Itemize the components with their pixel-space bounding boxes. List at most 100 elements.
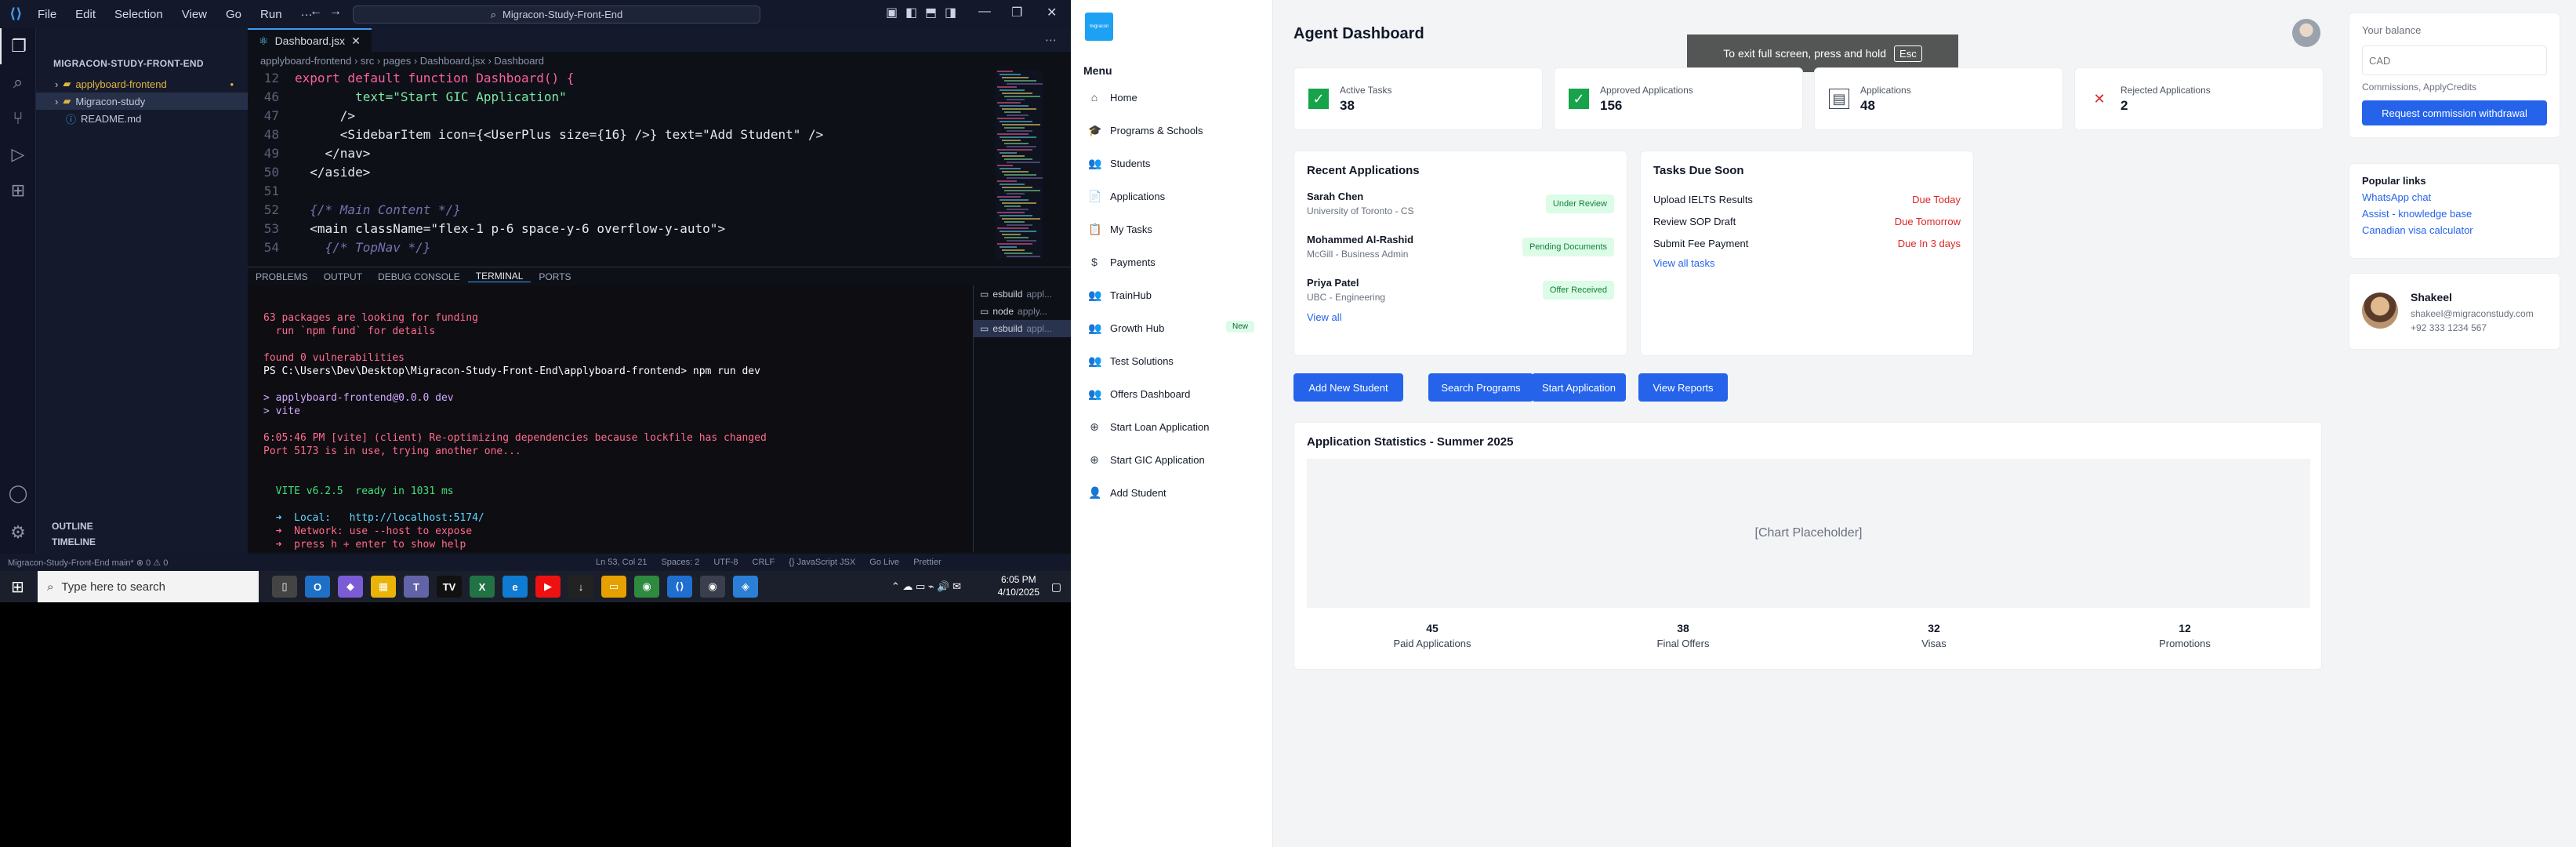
store-icon[interactable]: ▦ [371,576,396,598]
close-icon[interactable]: ✕ [1047,5,1057,20]
status-item[interactable]: UTF-8 [713,558,738,567]
menu-item[interactable]: File [38,8,56,21]
avatar[interactable] [2292,19,2320,47]
brand-logo[interactable]: migracon [1085,13,1113,41]
application-row[interactable]: Mohammed Al-Rashid McGill - Business Admi… [1307,225,1614,268]
task-row[interactable]: Submit Fee Payment Due In 3 days [1653,232,1961,254]
app-icon[interactable]: ◈ [733,576,758,598]
more-actions-icon[interactable]: ⋯ [1045,33,1057,47]
search-icon[interactable]: ⌕ [0,64,36,100]
tree-item[interactable]: › ▰ Migracon-study [36,93,248,110]
task-view-icon[interactable]: ▯ [272,576,297,598]
terminal-instance[interactable]: ▭ node apply... [974,303,1071,320]
panel-tab[interactable]: TERMINAL [467,271,532,282]
notification-icon[interactable]: ▢ [1051,580,1061,594]
chrome-icon[interactable]: ◉ [634,576,659,598]
excel-icon[interactable]: X [470,576,495,598]
view-all-tasks-link[interactable]: View all tasks [1653,257,1961,269]
vscode-taskbar-icon[interactable]: ⟨⟩ [667,576,692,598]
status-item[interactable]: Prettier [913,558,941,567]
status-item[interactable]: Ln 53, Col 21 [596,558,647,567]
action-button-add-new-student[interactable]: Add New Student [1293,373,1403,402]
account-icon[interactable]: ◯ [0,475,36,511]
action-button-start-application[interactable]: Start Application [1532,373,1626,402]
terminal-output[interactable]: 63 packages are looking for funding run … [248,285,973,552]
status-left[interactable]: Migracon-Study-Front-End main* ⊗ 0 ⚠ 0 [0,558,361,568]
command-center-search[interactable]: ⌕ Migracon-Study-Front-End [353,5,760,24]
tree-item[interactable]: ⓘ README.md [36,110,248,127]
sidebar-item-students[interactable]: 👥 Students [1071,149,1273,177]
contact-email[interactable]: shakeel@migraconstudy.com [2411,308,2534,319]
timeline-section[interactable]: TIMELINE [36,536,248,552]
view-all-link[interactable]: View all [1307,311,1614,323]
sidebar-item-payments[interactable]: $ Payments [1071,248,1273,276]
back-arrow-icon[interactable]: ← [310,5,322,19]
status-item[interactable]: {} JavaScript JSX [789,558,855,567]
outline-section[interactable]: OUTLINE [36,521,248,536]
sidebar-item-programs-schools[interactable]: 🎓 Programs & Schools [1071,116,1273,144]
file-explorer-icon[interactable]: ▭ [601,576,626,598]
panel-tab[interactable]: OUTPUT [316,271,370,282]
sidebar-item-test-solutions[interactable]: 👥 Test Solutions [1071,347,1273,375]
menu-item[interactable]: Selection [114,8,163,21]
sidebar-item-home[interactable]: ⌂ Home [1071,83,1273,111]
system-tray-icon[interactable]: ⌃ ☁ ▭ ⌁ 🔊 ✉ [891,580,961,593]
clock[interactable]: 6:05 PM 4/10/2025 [998,573,1039,598]
download-icon[interactable]: ↓ [568,576,593,598]
extensions-icon[interactable]: ⊞ [0,173,36,209]
popular-link[interactable]: Assist - knowledge base [2362,208,2547,220]
popular-link[interactable]: WhatsApp chat [2362,191,2547,203]
copilot-icon[interactable]: ◆ [338,576,363,598]
popular-link[interactable]: Canadian visa calculator [2362,224,2547,236]
tab-dashboard-jsx[interactable]: ⚛ Dashboard.jsx ✕ [248,28,372,52]
youtube-icon[interactable]: ▶ [535,576,561,598]
menu-item[interactable]: Go [226,8,241,21]
task-row[interactable]: Upload IELTS Results Due Today [1653,188,1961,210]
application-row[interactable]: Sarah Chen University of Toronto - CS Unde… [1307,182,1614,225]
status-item[interactable]: Go Live [869,558,899,567]
menu-item[interactable]: Edit [75,8,96,21]
terminal-instance[interactable]: ▭ esbuild appl... [974,320,1071,337]
sidebar-item-add-student[interactable]: 👤 Add Student [1071,478,1273,507]
forward-arrow-icon[interactable]: → [329,5,342,19]
minimap[interactable] [996,71,1043,259]
chrome-profile-icon[interactable]: ◉ [700,576,725,598]
settings-gear-icon[interactable]: ⚙ [0,514,36,551]
run-debug-icon[interactable]: ▷ [0,136,36,173]
action-button-search-programs[interactable]: Search Programs [1428,373,1533,402]
menu-item[interactable]: Run [260,8,282,21]
outlook-icon[interactable]: O [305,576,330,598]
source-control-icon[interactable]: ⑂ [0,100,36,136]
close-tab-icon[interactable]: ✕ [351,35,361,48]
windows-start-icon[interactable]: ⊞ [11,577,24,597]
explorer-icon[interactable]: ❐ [0,28,36,64]
panel-tab[interactable]: PROBLEMS [248,271,316,282]
tradingview-icon[interactable]: TV [437,576,462,598]
sidebar-item-growth-hub[interactable]: 👥 Growth Hub New [1071,314,1273,342]
task-row[interactable]: Review SOP Draft Due Tomorrow [1653,210,1961,232]
sidebar-item-start-gic-application[interactable]: ⊕ Start GIC Application [1071,445,1273,474]
code-editor[interactable]: 12 export default function Dashboard() {4… [248,71,1032,259]
request-withdrawal-button[interactable]: Request commission withdrawal [2362,100,2547,125]
layout-panel-icon[interactable]: ⬒ [925,5,937,20]
layout-sidebar-icon[interactable]: ◧ [905,5,917,20]
action-button-view-reports[interactable]: View Reports [1638,373,1728,402]
status-item[interactable]: CRLF [753,558,775,567]
edge-icon[interactable]: e [503,576,528,598]
tree-item[interactable]: › ▰ applyboard-frontend • [36,75,248,93]
minimize-icon[interactable]: — [978,5,991,19]
terminal-instance[interactable]: ▭ esbuild appl... [974,285,1071,303]
sidebar-item-start-loan-application[interactable]: ⊕ Start Loan Application [1071,413,1273,441]
layout-icon[interactable]: ▣ [886,5,898,20]
panel-tab[interactable]: PORTS [531,271,579,282]
balance-input[interactable] [2362,45,2547,75]
menu-item[interactable]: View [182,8,207,21]
sidebar-item-trainhub[interactable]: 👥 TrainHub [1071,281,1273,309]
status-item[interactable]: Spaces: 2 [661,558,699,567]
sidebar-item-offers-dashboard[interactable]: 👥 Offers Dashboard [1071,380,1273,408]
panel-tab[interactable]: DEBUG CONSOLE [370,271,468,282]
taskbar-search[interactable]: ⌕ Type here to search [38,571,259,602]
sidebar-item-applications[interactable]: 📄 Applications [1071,182,1273,210]
layout-secondary-icon[interactable]: ◨ [945,5,956,20]
sidebar-item-my-tasks[interactable]: 📋 My Tasks [1071,215,1273,243]
